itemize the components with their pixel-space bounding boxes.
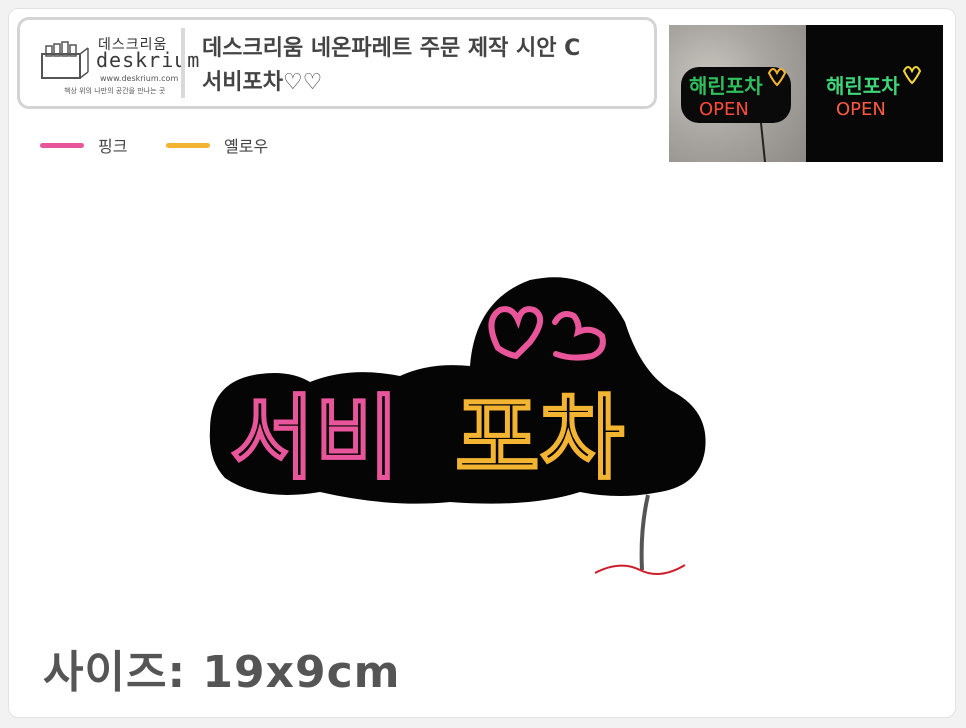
neon-sign-artwork: 서비 포차 bbox=[209, 277, 706, 575]
logo-url: www.deskrium.com bbox=[100, 74, 179, 83]
neon-yellow-text: 포차 bbox=[455, 385, 624, 492]
wall-preview-photo: 해린포차 OPEN bbox=[669, 25, 806, 162]
books-logo-icon bbox=[41, 41, 89, 79]
neon-pink-text: 서비 bbox=[230, 385, 399, 492]
wall-sign-line1: 해린포차 bbox=[689, 74, 763, 98]
dark-sign-line2: OPEN bbox=[836, 99, 886, 120]
yellow-swatch bbox=[166, 142, 210, 148]
dark-sign-image: 해린포차 OPEN bbox=[826, 66, 922, 120]
logo-tagline: 책상 위의 나만의 공간을 만나는 곳 bbox=[64, 87, 166, 95]
header-box: 데스크리움 deskrium www.deskrium.com 책상 위의 나만… bbox=[17, 17, 657, 109]
deskrium-logo: 데스크리움 deskrium www.deskrium.com 책상 위의 나만… bbox=[40, 34, 199, 96]
page-title: 데스크리움 네온파레트 주문 제작 시안 C bbox=[202, 36, 581, 61]
preview-photos: 해린포차 OPEN 해린포차 OPEN bbox=[669, 25, 943, 162]
wall-sign-line2: OPEN bbox=[699, 99, 749, 120]
size-label: 사이즈: 19x9cm bbox=[43, 647, 401, 698]
dark-preview-photo: 해린포차 OPEN bbox=[806, 25, 943, 162]
wall-sign-image: 해린포차 OPEN bbox=[681, 67, 791, 162]
legend-item-pink: 핑크 bbox=[40, 135, 128, 156]
legend-label-yellow: 옐로우 bbox=[224, 137, 269, 156]
page-subtitle: 서비포차♡♡ bbox=[202, 70, 323, 95]
pink-swatch bbox=[40, 142, 84, 148]
neon-design: 서비 포차 bbox=[200, 270, 720, 590]
legend-item-yellow: 옐로우 bbox=[166, 135, 269, 156]
legend-label-pink: 핑크 bbox=[98, 137, 128, 156]
header-divider bbox=[181, 28, 185, 98]
dark-sign-line1: 해린포차 bbox=[826, 74, 900, 98]
